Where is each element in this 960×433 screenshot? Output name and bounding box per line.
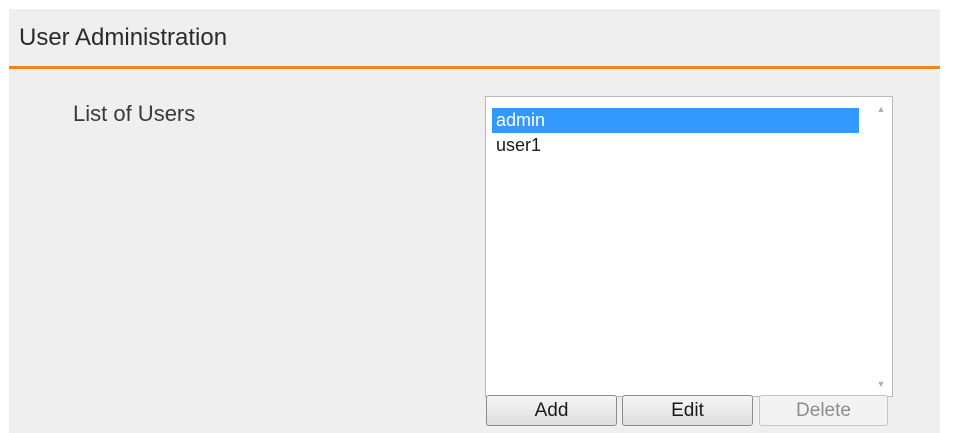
list-item-user1[interactable]: user1 [492, 133, 859, 158]
edit-button[interactable]: Edit [622, 395, 753, 426]
scroll-down-arrow-icon[interactable]: ▼ [870, 374, 892, 394]
scroll-up-arrow-icon[interactable]: ▲ [870, 99, 892, 119]
delete-button[interactable]: Delete [759, 395, 888, 426]
panel-header: User Administration [9, 9, 940, 69]
listbox-scrollbar[interactable]: ▲ ▼ [870, 97, 892, 396]
user-administration-panel: User Administration List of Users admin … [9, 9, 940, 433]
list-of-users-label: List of Users [73, 101, 196, 126]
users-listbox[interactable]: admin user1 ▲ ▼ [485, 96, 893, 397]
add-button[interactable]: Add [486, 395, 617, 426]
page-title: User Administration [19, 24, 228, 51]
list-item-admin[interactable]: admin [492, 108, 859, 133]
users-list: admin user1 [492, 108, 859, 158]
